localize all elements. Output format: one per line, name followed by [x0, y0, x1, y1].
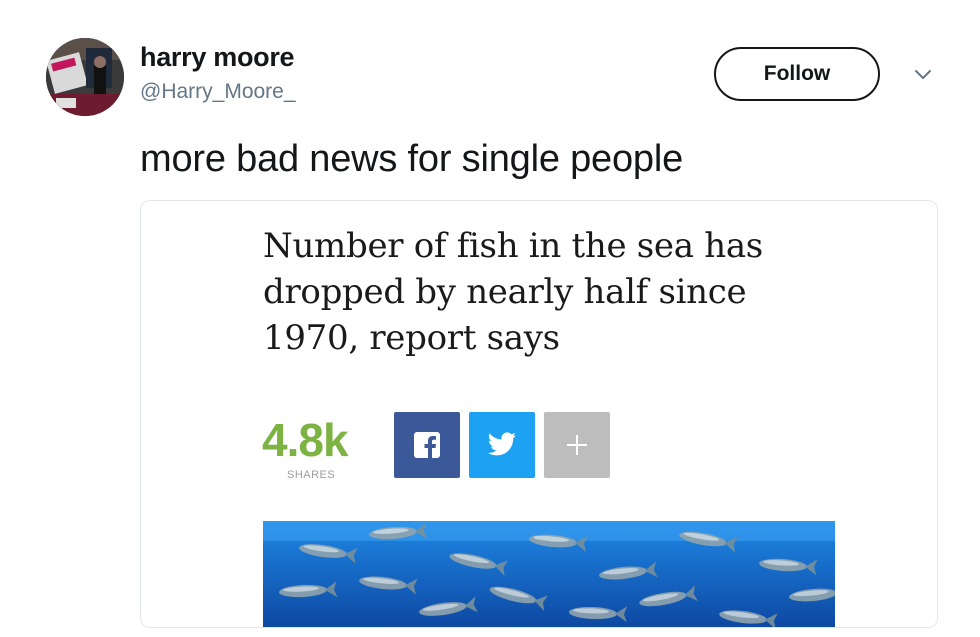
user-handle[interactable]: @Harry_Moore_ — [140, 80, 296, 104]
link-card[interactable]: Number of fish in the sea has dropped by… — [140, 200, 938, 628]
tweet-text: more bad news for single people — [140, 138, 684, 180]
article-image[interactable] — [263, 521, 835, 628]
twitter-share-button[interactable] — [469, 412, 535, 478]
shares-label: SHARES — [287, 469, 336, 481]
avatar-image — [46, 38, 124, 116]
follow-button[interactable]: Follow — [714, 47, 880, 101]
facebook-share-button[interactable] — [394, 412, 460, 478]
card-headline[interactable]: Number of fish in the sea has dropped by… — [263, 223, 843, 361]
twitter-bird-icon — [487, 432, 516, 456]
more-share-button[interactable] — [544, 412, 610, 478]
plus-icon — [567, 435, 587, 455]
chevron-down-icon[interactable] — [910, 62, 936, 88]
facebook-icon — [414, 432, 440, 458]
display-name[interactable]: harry moore — [140, 42, 295, 73]
share-count: 4.8k — [262, 414, 349, 466]
avatar[interactable] — [46, 38, 124, 116]
